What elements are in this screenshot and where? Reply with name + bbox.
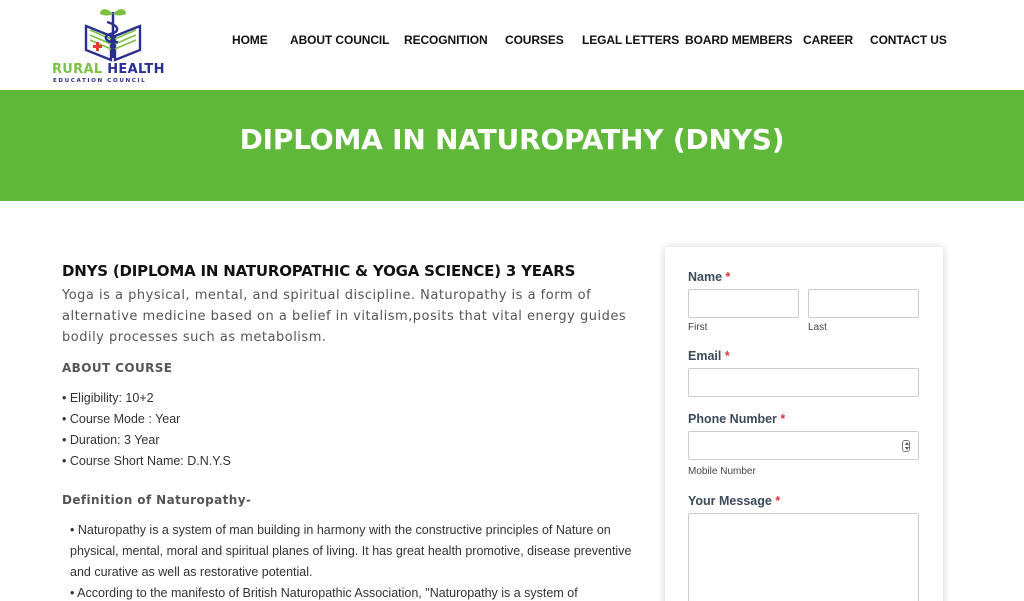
phone-sublabel: Mobile Number	[688, 466, 756, 477]
phone-label: Phone Number *	[688, 412, 785, 426]
definition-heading: Definition of Naturopathy-	[62, 493, 252, 507]
course-heading: DNYS (DIPLOMA IN NATUROPATHIC & YOGA SCI…	[62, 262, 576, 280]
logo-title-rural: RURAL	[52, 62, 103, 77]
page-banner: DIPLOMA IN NATUROPATHY (DNYS)	[0, 90, 1024, 201]
list-item: • Course Short Name: D.N.Y.S	[62, 454, 231, 468]
nav-recognition[interactable]: RECOGNITION	[404, 33, 488, 47]
about-course-list: • Eligibility: 10+2 • Course Mode : Year…	[62, 388, 647, 472]
required-marker: *	[725, 270, 731, 284]
email-label: Email *	[688, 349, 730, 363]
nav-board-members[interactable]: BOARD MEMBERS	[685, 33, 792, 47]
message-textarea[interactable]	[688, 513, 919, 601]
enquiry-form: Name * First Last Email * Phone Number *…	[665, 247, 943, 601]
required-marker: *	[780, 412, 786, 426]
site-logo[interactable]: RURAL HEALTH EDUCATION COUNCIL	[52, 6, 172, 84]
last-name-input[interactable]	[808, 289, 919, 318]
site-header: RURAL HEALTH EDUCATION COUNCIL HOME ABOU…	[0, 0, 1024, 90]
definition-list: • Naturopathy is a system of man buildin…	[62, 520, 647, 601]
email-field[interactable]	[688, 368, 919, 397]
logo-title-health: HEALTH	[102, 62, 165, 77]
page-title: DIPLOMA IN NATUROPATHY (DNYS)	[239, 123, 785, 156]
list-item: • According to the manifesto of British …	[70, 586, 578, 600]
logo-title: RURAL HEALTH	[52, 62, 165, 77]
about-course-heading: ABOUT COURSE	[62, 361, 173, 375]
book-caduceus-logo-icon	[84, 9, 142, 62]
last-sublabel: Last	[808, 322, 827, 333]
phone-field[interactable]	[688, 431, 919, 460]
required-marker: *	[724, 349, 730, 363]
list-item: • Eligibility: 10+2	[62, 391, 154, 405]
course-intro: Yoga is a physical, mental, and spiritua…	[62, 288, 627, 345]
number-spinner-icon[interactable]	[902, 440, 910, 452]
list-item: • Course Mode : Year	[62, 412, 181, 426]
list-item: • Duration: 3 Year	[62, 433, 160, 447]
nav-home[interactable]: HOME	[232, 33, 268, 47]
nav-courses[interactable]: COURSES	[505, 33, 564, 47]
nav-legal-letters[interactable]: LEGAL LETTERS	[582, 33, 679, 47]
first-name-input[interactable]	[688, 289, 799, 318]
email-label-text: Email	[688, 349, 722, 363]
name-label-text: Name	[688, 270, 723, 284]
nav-contact-us[interactable]: CONTACT US	[870, 33, 947, 47]
nav-career[interactable]: CAREER	[803, 33, 853, 47]
message-label-text: Your Message	[688, 494, 772, 508]
logo-subtitle: EDUCATION COUNCIL	[53, 78, 147, 84]
phone-label-text: Phone Number	[688, 412, 777, 426]
list-item: • Naturopathy is a system of man buildin…	[70, 523, 632, 579]
name-label: Name *	[688, 270, 730, 284]
message-label: Your Message *	[688, 494, 780, 508]
course-content: DNYS (DIPLOMA IN NATUROPATHIC & YOGA SCI…	[62, 262, 647, 601]
required-marker: *	[775, 494, 781, 508]
nav-about-council[interactable]: ABOUT COUNCIL	[290, 33, 389, 47]
first-sublabel: First	[688, 322, 708, 333]
